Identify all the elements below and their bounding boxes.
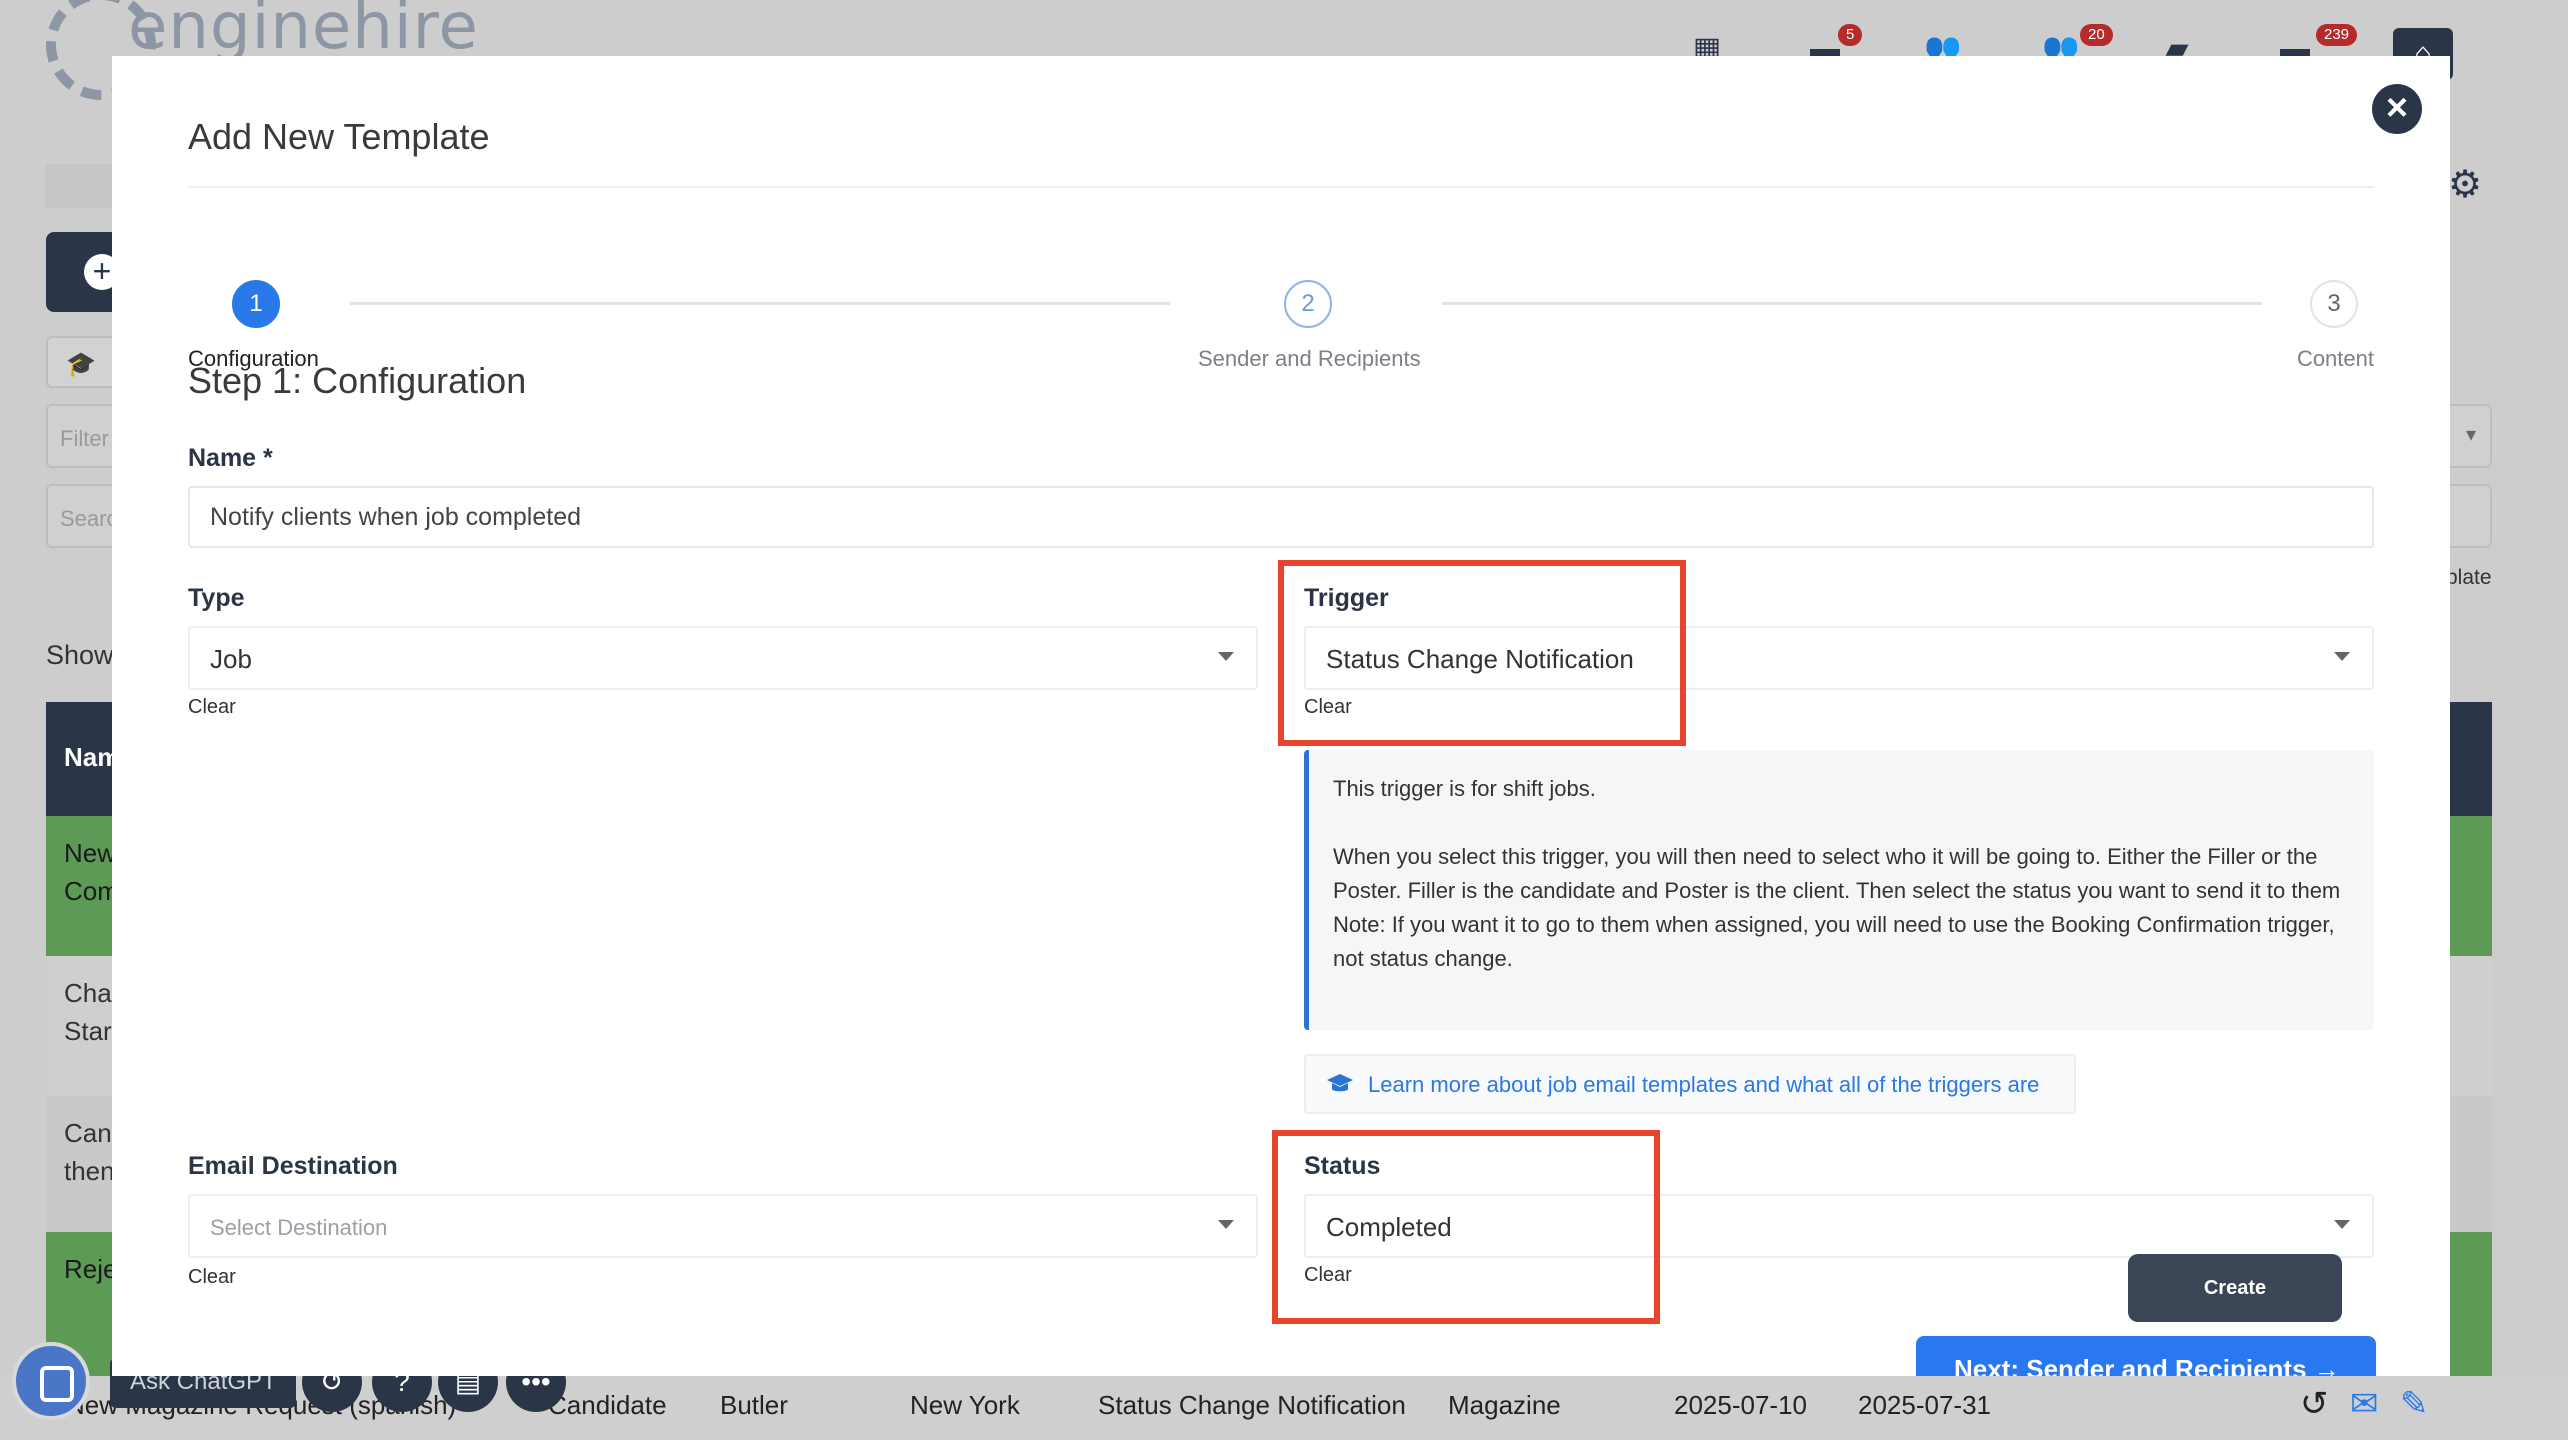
close-modal-button[interactable]: ×	[2372, 84, 2422, 134]
modal-title: Add New Template	[188, 116, 490, 157]
step-label: Sender and Recipients	[1198, 346, 1421, 371]
step-configuration[interactable]: 1 Configuration	[188, 280, 328, 372]
bg-show-label: Show	[46, 640, 114, 670]
chevron-down-icon	[2334, 652, 2350, 661]
trigger-select[interactable]: Status Change Notification	[1304, 626, 2374, 690]
logo-text: enginehire	[128, 0, 479, 64]
row-location: New York	[910, 1390, 1020, 1420]
row-end-date: 2025-07-31	[1858, 1390, 1991, 1420]
step-number: 1	[232, 280, 280, 328]
close-icon: ×	[2385, 87, 2409, 129]
type-clear-link[interactable]: Clear	[188, 696, 236, 719]
messages-badge: 5	[1838, 24, 1863, 46]
bg-right-text: plate	[2446, 566, 2492, 589]
bg-right-row	[2448, 1232, 2492, 1376]
trigger-select-value: Status Change Notification	[1326, 644, 1634, 674]
status-select-value: Completed	[1326, 1212, 1452, 1242]
email-destination-placeholder: Select Destination	[210, 1215, 388, 1240]
edit-icon[interactable]: ✎	[2400, 1384, 2429, 1424]
status-select[interactable]: Completed	[1304, 1194, 2374, 1258]
row-trigger: Status Change Notification	[1098, 1390, 1406, 1420]
learn-more-text: Learn more about job email templates and…	[1368, 1072, 2040, 1097]
row-start-date: 2025-07-10	[1674, 1390, 1807, 1420]
chat-bubble-icon[interactable]	[12, 1342, 90, 1420]
type-select[interactable]: Job	[188, 626, 1258, 690]
title-divider	[188, 186, 2374, 188]
next-sender-recipients-button[interactable]: Next: Sender and Recipients →	[1916, 1336, 2376, 1376]
add-template-modal: Add New Template × 1 Configuration 2 Sen…	[112, 56, 2450, 1376]
learn-more-link[interactable]: Learn more about job email templates and…	[1304, 1054, 2076, 1114]
chevron-down-icon	[1218, 652, 1234, 661]
create-button[interactable]: Create	[2128, 1254, 2342, 1322]
status-clear-link[interactable]: Clear	[1304, 1264, 1352, 1287]
info-line: This trigger is for shift jobs.	[1333, 776, 1596, 801]
bg-right-table-header	[2448, 702, 2492, 816]
email-destination-label: Email Destination	[188, 1152, 398, 1180]
name-input[interactable]: Notify clients when job completed	[188, 486, 2374, 548]
graduation-cap-icon: 🎓	[66, 351, 96, 378]
graduation-cap-icon	[1327, 1074, 1353, 1092]
history-icon[interactable]: ↺	[2300, 1384, 2329, 1424]
email-destination-select[interactable]: Select Destination	[188, 1194, 1258, 1258]
status-label: Status	[1304, 1152, 1381, 1180]
trigger-info-box: This trigger is for shift jobs. When you…	[1304, 750, 2374, 1030]
stepper: 1 Configuration 2 Sender and Recipients …	[188, 224, 2374, 371]
trigger-label: Trigger	[1304, 584, 1389, 612]
row-role: Butler	[720, 1390, 788, 1420]
type-label: Type	[188, 584, 245, 612]
info-line: When you select this trigger, you will t…	[1333, 844, 2341, 903]
info-line: Note: If you want it to go to them when …	[1333, 912, 2335, 971]
bg-right-row	[2448, 956, 2492, 1096]
settings-gear-icon[interactable]: ⚙	[2448, 166, 2486, 204]
step-connector	[350, 302, 1170, 305]
trigger-clear-link[interactable]: Clear	[1304, 696, 1352, 719]
step-connector	[1442, 302, 2262, 305]
bg-right-row	[2448, 816, 2492, 956]
step-label: Content	[2296, 346, 2374, 371]
name-label: Name *	[188, 444, 273, 472]
row-category: Magazine	[1448, 1390, 1561, 1420]
step-sender-recipients[interactable]: 2 Sender and Recipients	[1198, 280, 1421, 372]
email-icon[interactable]: ✉	[2350, 1384, 2379, 1424]
chevron-down-icon	[2334, 1220, 2350, 1229]
email-destination-clear-link[interactable]: Clear	[188, 1266, 236, 1289]
step-heading: Step 1: Configuration	[188, 360, 527, 401]
bg-breadcrumb	[46, 164, 116, 208]
team-badge: 20	[2080, 24, 2113, 46]
step-number: 2	[1284, 280, 1332, 328]
step-number: 3	[2310, 280, 2358, 328]
step-content[interactable]: 3 Content	[2278, 280, 2374, 372]
chat-badge: 239	[2316, 24, 2358, 46]
bg-right-row	[2448, 1096, 2492, 1232]
chevron-down-icon	[1218, 1220, 1234, 1229]
type-select-value: Job	[210, 644, 252, 674]
row-recipient: Candidate	[548, 1390, 667, 1420]
